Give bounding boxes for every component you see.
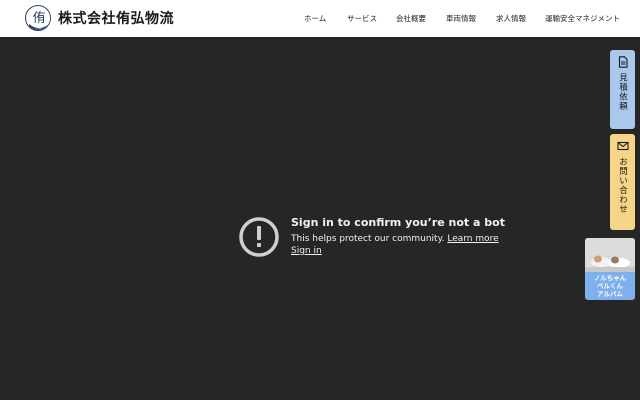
svg-text:YKE: YKE bbox=[36, 26, 43, 30]
sign-in-link[interactable]: Sign in bbox=[291, 246, 322, 256]
nav-vehicle-info[interactable]: 車両情報 bbox=[446, 13, 476, 24]
svg-text:侑: 侑 bbox=[32, 11, 45, 26]
learn-more-link[interactable]: Learn more bbox=[447, 234, 498, 244]
error-message: This helps protect our community. Learn … bbox=[291, 234, 499, 244]
nav-company-overview[interactable]: 会社概要 bbox=[396, 13, 426, 24]
nav-recruitment[interactable]: 求人情報 bbox=[496, 13, 526, 24]
mail-icon bbox=[616, 141, 629, 151]
company-logo[interactable]: 侑 YKE bbox=[25, 5, 51, 31]
contact-tab[interactable]: お問い合わせ bbox=[610, 134, 635, 230]
estimate-request-tab[interactable]: 見積依頼 bbox=[610, 50, 635, 129]
cat-photo-icon bbox=[585, 238, 635, 272]
album-photo bbox=[585, 238, 635, 272]
alert-circle-icon bbox=[239, 217, 279, 257]
album-caption: ノルちゃん ベルくん アルバム bbox=[585, 272, 635, 300]
document-icon bbox=[618, 56, 628, 68]
pet-album-banner[interactable]: ノルちゃん ベルくん アルバム bbox=[585, 238, 635, 300]
error-message-text: This helps protect our community. bbox=[291, 234, 445, 244]
album-caption-line: アルバム bbox=[597, 290, 623, 298]
site-header: 侑 YKE 株式会社侑弘物流 ホーム サービス 会社概要 車両情報 求人情報 運… bbox=[0, 0, 640, 37]
company-name[interactable]: 株式会社侑弘物流 bbox=[58, 8, 174, 28]
contact-label: お問い合わせ bbox=[617, 157, 628, 214]
album-caption-line: ベルくん bbox=[597, 282, 623, 290]
error-title: Sign in to confirm you’re not a bot bbox=[291, 216, 505, 229]
nav-home[interactable]: ホーム bbox=[304, 13, 326, 24]
nav-services[interactable]: サービス bbox=[347, 13, 377, 24]
nav-transport-safety[interactable]: 運輸安全マネジメント bbox=[545, 13, 620, 24]
album-caption-line: ノルちゃん bbox=[593, 274, 627, 282]
logo-emblem-icon: 侑 YKE bbox=[27, 7, 50, 30]
estimate-request-label: 見積依頼 bbox=[617, 73, 628, 111]
